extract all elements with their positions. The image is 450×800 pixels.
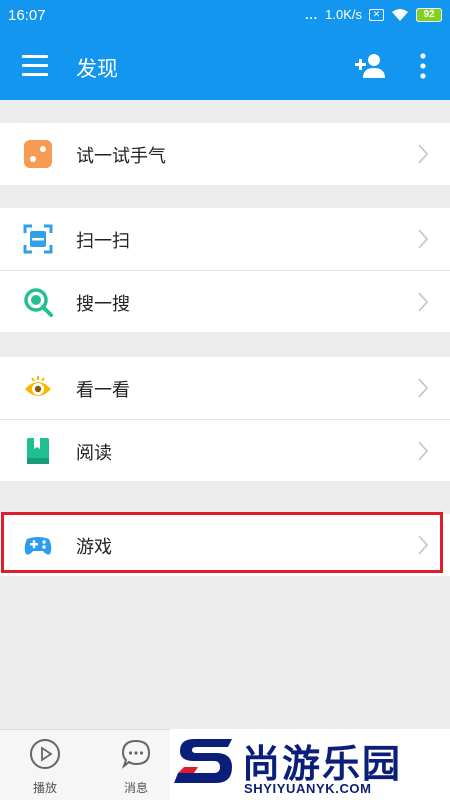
scan-icon (23, 224, 53, 254)
watermark-name: 尚游乐园 (242, 742, 403, 786)
chevron-right-icon (418, 229, 428, 249)
tab-label: 播放 (32, 781, 57, 795)
group-scan-search: 扫一扫 搜一搜 (0, 208, 450, 332)
chevron-right-icon (418, 535, 428, 555)
signal-dots: ... (305, 7, 319, 22)
group-watch-read: 看一看 阅读 (0, 357, 450, 481)
tab-messages[interactable]: 消息 (106, 738, 166, 796)
status-time: 16:07 (8, 7, 46, 24)
s-logo-icon (174, 739, 232, 783)
more-icon[interactable] (415, 52, 431, 80)
eye-icon (25, 376, 51, 396)
list-item-label: 阅读 (76, 443, 112, 464)
chevron-right-icon (418, 441, 428, 461)
app-bar: 发现 (0, 34, 450, 100)
list-item-label: 游戏 (76, 537, 112, 558)
status-indicators: ... 1.0K/s ✕ 92 (305, 7, 442, 22)
menu-icon[interactable] (22, 55, 48, 77)
network-speed: 1.0K/s (325, 7, 362, 22)
list-item-label: 搜一搜 (76, 294, 130, 315)
chevron-right-icon (418, 292, 428, 312)
list-item-watch[interactable]: 看一看 (0, 357, 450, 419)
no-sim-icon: ✕ (369, 8, 384, 21)
watermark-url: SHYIYUANYK.COM (244, 781, 372, 796)
list-item-search[interactable]: 搜一搜 (0, 270, 450, 332)
list-item-label: 看一看 (76, 380, 130, 401)
list-item-label: 扫一扫 (76, 231, 130, 252)
chevron-right-icon (418, 144, 428, 164)
search-icon (24, 288, 53, 317)
list-item-scan[interactable]: 扫一扫 (0, 208, 450, 270)
group-games: 游戏 (0, 514, 450, 576)
watermark-logo: 尚游乐园 SHYIYUANYK.COM (170, 729, 450, 800)
play-icon (30, 739, 60, 769)
list-item-read[interactable]: 阅读 (0, 419, 450, 481)
status-bar: 16:07 ... 1.0K/s ✕ 92 (0, 0, 450, 34)
list-item-label: 试一试手气 (76, 146, 166, 167)
book-icon (27, 438, 49, 464)
dice-icon (24, 140, 52, 168)
tab-play[interactable]: 播放 (15, 738, 75, 796)
list-item-luck[interactable]: 试一试手气 (0, 123, 450, 185)
tab-label: 消息 (123, 781, 148, 795)
chevron-right-icon (418, 378, 428, 398)
gamepad-icon (24, 537, 52, 555)
page-title: 发现 (76, 57, 118, 81)
add-user-icon[interactable] (355, 52, 387, 80)
message-icon (121, 739, 151, 769)
group-luck: 试一试手气 (0, 123, 450, 185)
battery-icon: 92 (416, 7, 442, 22)
list-item-games[interactable]: 游戏 (0, 514, 450, 576)
wifi-icon (392, 8, 408, 21)
